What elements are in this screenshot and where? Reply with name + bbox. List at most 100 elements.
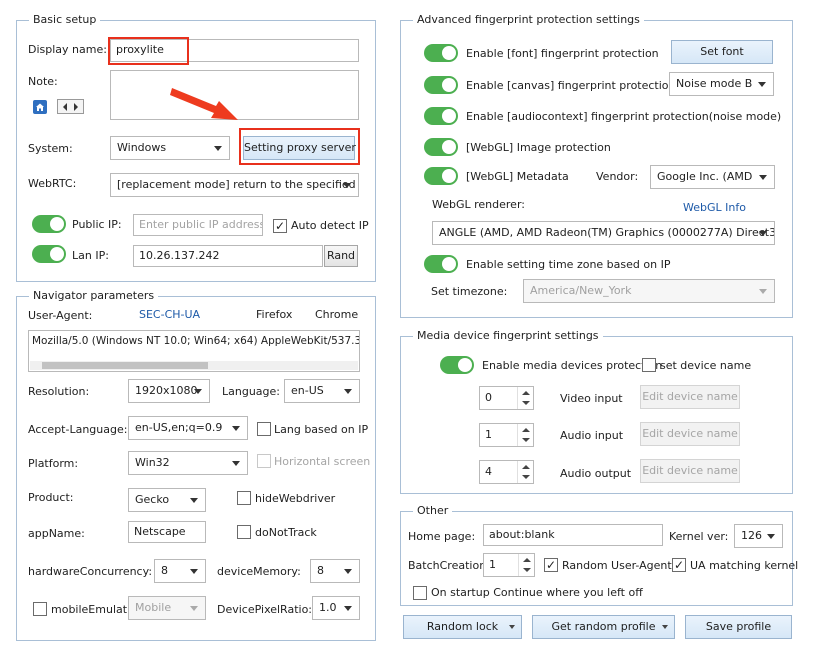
audiocontext-protection-toggle[interactable] <box>424 107 458 125</box>
public-ip-input[interactable]: Enter public IP address <box>133 214 263 236</box>
system-select-value: Windows <box>117 141 167 154</box>
video-input-label: Video input <box>560 392 623 405</box>
spin-up-icon[interactable] <box>522 391 530 395</box>
webgl-image-toggle[interactable] <box>424 138 458 156</box>
webgl-metadata-toggle[interactable] <box>424 167 458 185</box>
get-random-profile-button[interactable]: Get random profile <box>532 615 675 639</box>
chevron-down-icon <box>759 231 767 236</box>
language-select[interactable]: en-US <box>284 379 360 403</box>
home-page-input[interactable]: about:blank <box>483 524 663 546</box>
left-arrow-icon[interactable] <box>63 103 67 111</box>
ua-matching-kernel-checkbox[interactable]: ✓ <box>672 558 686 572</box>
spin-down-icon[interactable] <box>523 568 531 572</box>
edit-audio-output-button[interactable]: Edit device name <box>640 459 740 483</box>
media-devices-toggle[interactable] <box>440 356 474 374</box>
kernel-ver-select[interactable]: 126 <box>734 524 783 548</box>
edit-audio-input-button[interactable]: Edit device name <box>640 422 740 446</box>
spinner-arrows[interactable] <box>518 554 534 576</box>
user-agent-textarea[interactable]: Mozilla/5.0 (Windows NT 10.0; Win64; x64… <box>28 330 360 372</box>
other-legend: Other <box>413 504 453 518</box>
device-pixel-ratio-label: DevicePixelRatio: <box>217 603 313 616</box>
get-random-profile-label: Get random profile <box>551 620 656 633</box>
scrollbar-thumb[interactable] <box>42 362 208 369</box>
spin-up-icon[interactable] <box>522 428 530 432</box>
kernel-ver-label: Kernel ver: <box>669 530 729 543</box>
font-protection-label: Enable [font] fingerprint protection <box>466 47 659 60</box>
right-arrow-icon[interactable] <box>74 103 78 111</box>
chevron-down-icon[interactable] <box>662 625 668 629</box>
vendor-value: Google Inc. (AMD <box>657 170 753 183</box>
chevron-down-icon <box>344 569 352 574</box>
home-icon[interactable] <box>33 100 47 114</box>
platform-select[interactable]: Win32 <box>128 451 248 475</box>
font-protection-toggle[interactable] <box>424 44 458 62</box>
timezone-value: America/New_York <box>530 284 632 297</box>
accept-language-select[interactable]: en-US,en;q=0.9 <box>128 416 248 440</box>
appname-input[interactable]: Netscape <box>128 521 206 543</box>
public-ip-toggle[interactable] <box>32 215 66 233</box>
timezone-toggle[interactable] <box>424 255 458 273</box>
chevron-down-icon <box>759 175 767 180</box>
mobile-select-value: Mobile <box>135 601 172 614</box>
spin-down-icon[interactable] <box>522 401 530 405</box>
mobile-emulation-checkbox[interactable] <box>33 602 47 616</box>
startup-continue-checkbox[interactable] <box>413 586 427 600</box>
hardware-concurrency-select[interactable]: 8 <box>154 559 206 583</box>
chevron-down-icon <box>232 426 240 431</box>
spin-up-icon[interactable] <box>523 558 531 562</box>
sec-ch-ua-link[interactable]: SEC-CH-UA <box>139 308 200 322</box>
webrtc-select[interactable]: [replacement mode] return to the specifi… <box>110 173 359 197</box>
set-font-button[interactable]: Set font <box>671 40 773 64</box>
canvas-mode-select[interactable]: Noise mode B <box>669 72 774 96</box>
product-select[interactable]: Gecko <box>128 488 206 512</box>
mobile-select[interactable]: Mobile <box>128 596 206 620</box>
lan-ip-toggle[interactable] <box>32 245 66 263</box>
auto-detect-ip-label: Auto detect IP <box>291 219 369 232</box>
set-device-name-checkbox[interactable] <box>642 358 656 372</box>
horizontal-screen-label: Horizontal screen <box>274 455 371 468</box>
batch-creation-spinner[interactable]: 1 <box>483 553 535 577</box>
spin-down-icon[interactable] <box>522 438 530 442</box>
random-user-agent-checkbox[interactable]: ✓ <box>544 558 558 572</box>
webgl-renderer-value: ANGLE (AMD, AMD Radeon(TM) Graphics (000… <box>439 226 775 239</box>
canvas-protection-toggle[interactable] <box>424 76 458 94</box>
do-not-track-checkbox[interactable] <box>237 525 251 539</box>
spinner-arrows[interactable] <box>517 461 533 483</box>
product-label: Product: <box>28 491 74 504</box>
system-select[interactable]: Windows <box>110 136 230 160</box>
public-ip-label: Public IP: <box>72 218 122 231</box>
device-pixel-ratio-value: 1.0 <box>319 601 337 614</box>
chrome-link[interactable]: Chrome <box>315 308 358 322</box>
webgl-renderer-select[interactable]: ANGLE (AMD, AMD Radeon(TM) Graphics (000… <box>432 221 775 245</box>
rand-button[interactable]: Rand <box>324 245 358 267</box>
webgl-info-link[interactable]: WebGL Info <box>683 201 746 215</box>
spin-up-icon[interactable] <box>522 465 530 469</box>
auto-detect-ip-checkbox[interactable]: ✓ <box>273 219 287 233</box>
firefox-link[interactable]: Firefox <box>256 308 292 322</box>
horizontal-screen-checkbox[interactable] <box>257 454 271 468</box>
vendor-select[interactable]: Google Inc. (AMD <box>650 165 775 189</box>
video-input-spinner[interactable]: 0 <box>479 386 534 410</box>
spinner-arrows[interactable] <box>517 424 533 446</box>
do-not-track-label: doNotTrack <box>255 526 317 539</box>
resolution-select[interactable]: 1920x1080 <box>128 379 210 403</box>
device-memory-select[interactable]: 8 <box>310 559 360 583</box>
hardware-concurrency-value: 8 <box>161 564 168 577</box>
audio-input-spinner[interactable]: 1 <box>479 423 534 447</box>
random-lock-button[interactable]: Random lock <box>403 615 522 639</box>
chevron-down-icon <box>344 606 352 611</box>
product-value: Gecko <box>135 493 170 506</box>
lang-based-ip-checkbox[interactable] <box>257 422 271 436</box>
hide-webdriver-checkbox[interactable] <box>237 491 251 505</box>
audio-output-spinner[interactable]: 4 <box>479 460 534 484</box>
spin-down-icon[interactable] <box>522 475 530 479</box>
user-agent-scrollbar[interactable] <box>30 361 358 370</box>
edit-video-device-button[interactable]: Edit device name <box>640 385 740 409</box>
lan-ip-input[interactable]: 10.26.137.242 <box>133 245 323 267</box>
timezone-select[interactable]: America/New_York <box>523 279 775 303</box>
note-nav-arrows[interactable] <box>57 99 84 114</box>
device-pixel-ratio-select[interactable]: 1.0 <box>312 596 360 620</box>
save-profile-button[interactable]: Save profile <box>685 615 792 639</box>
spinner-arrows[interactable] <box>517 387 533 409</box>
chevron-down-icon[interactable] <box>509 625 515 629</box>
